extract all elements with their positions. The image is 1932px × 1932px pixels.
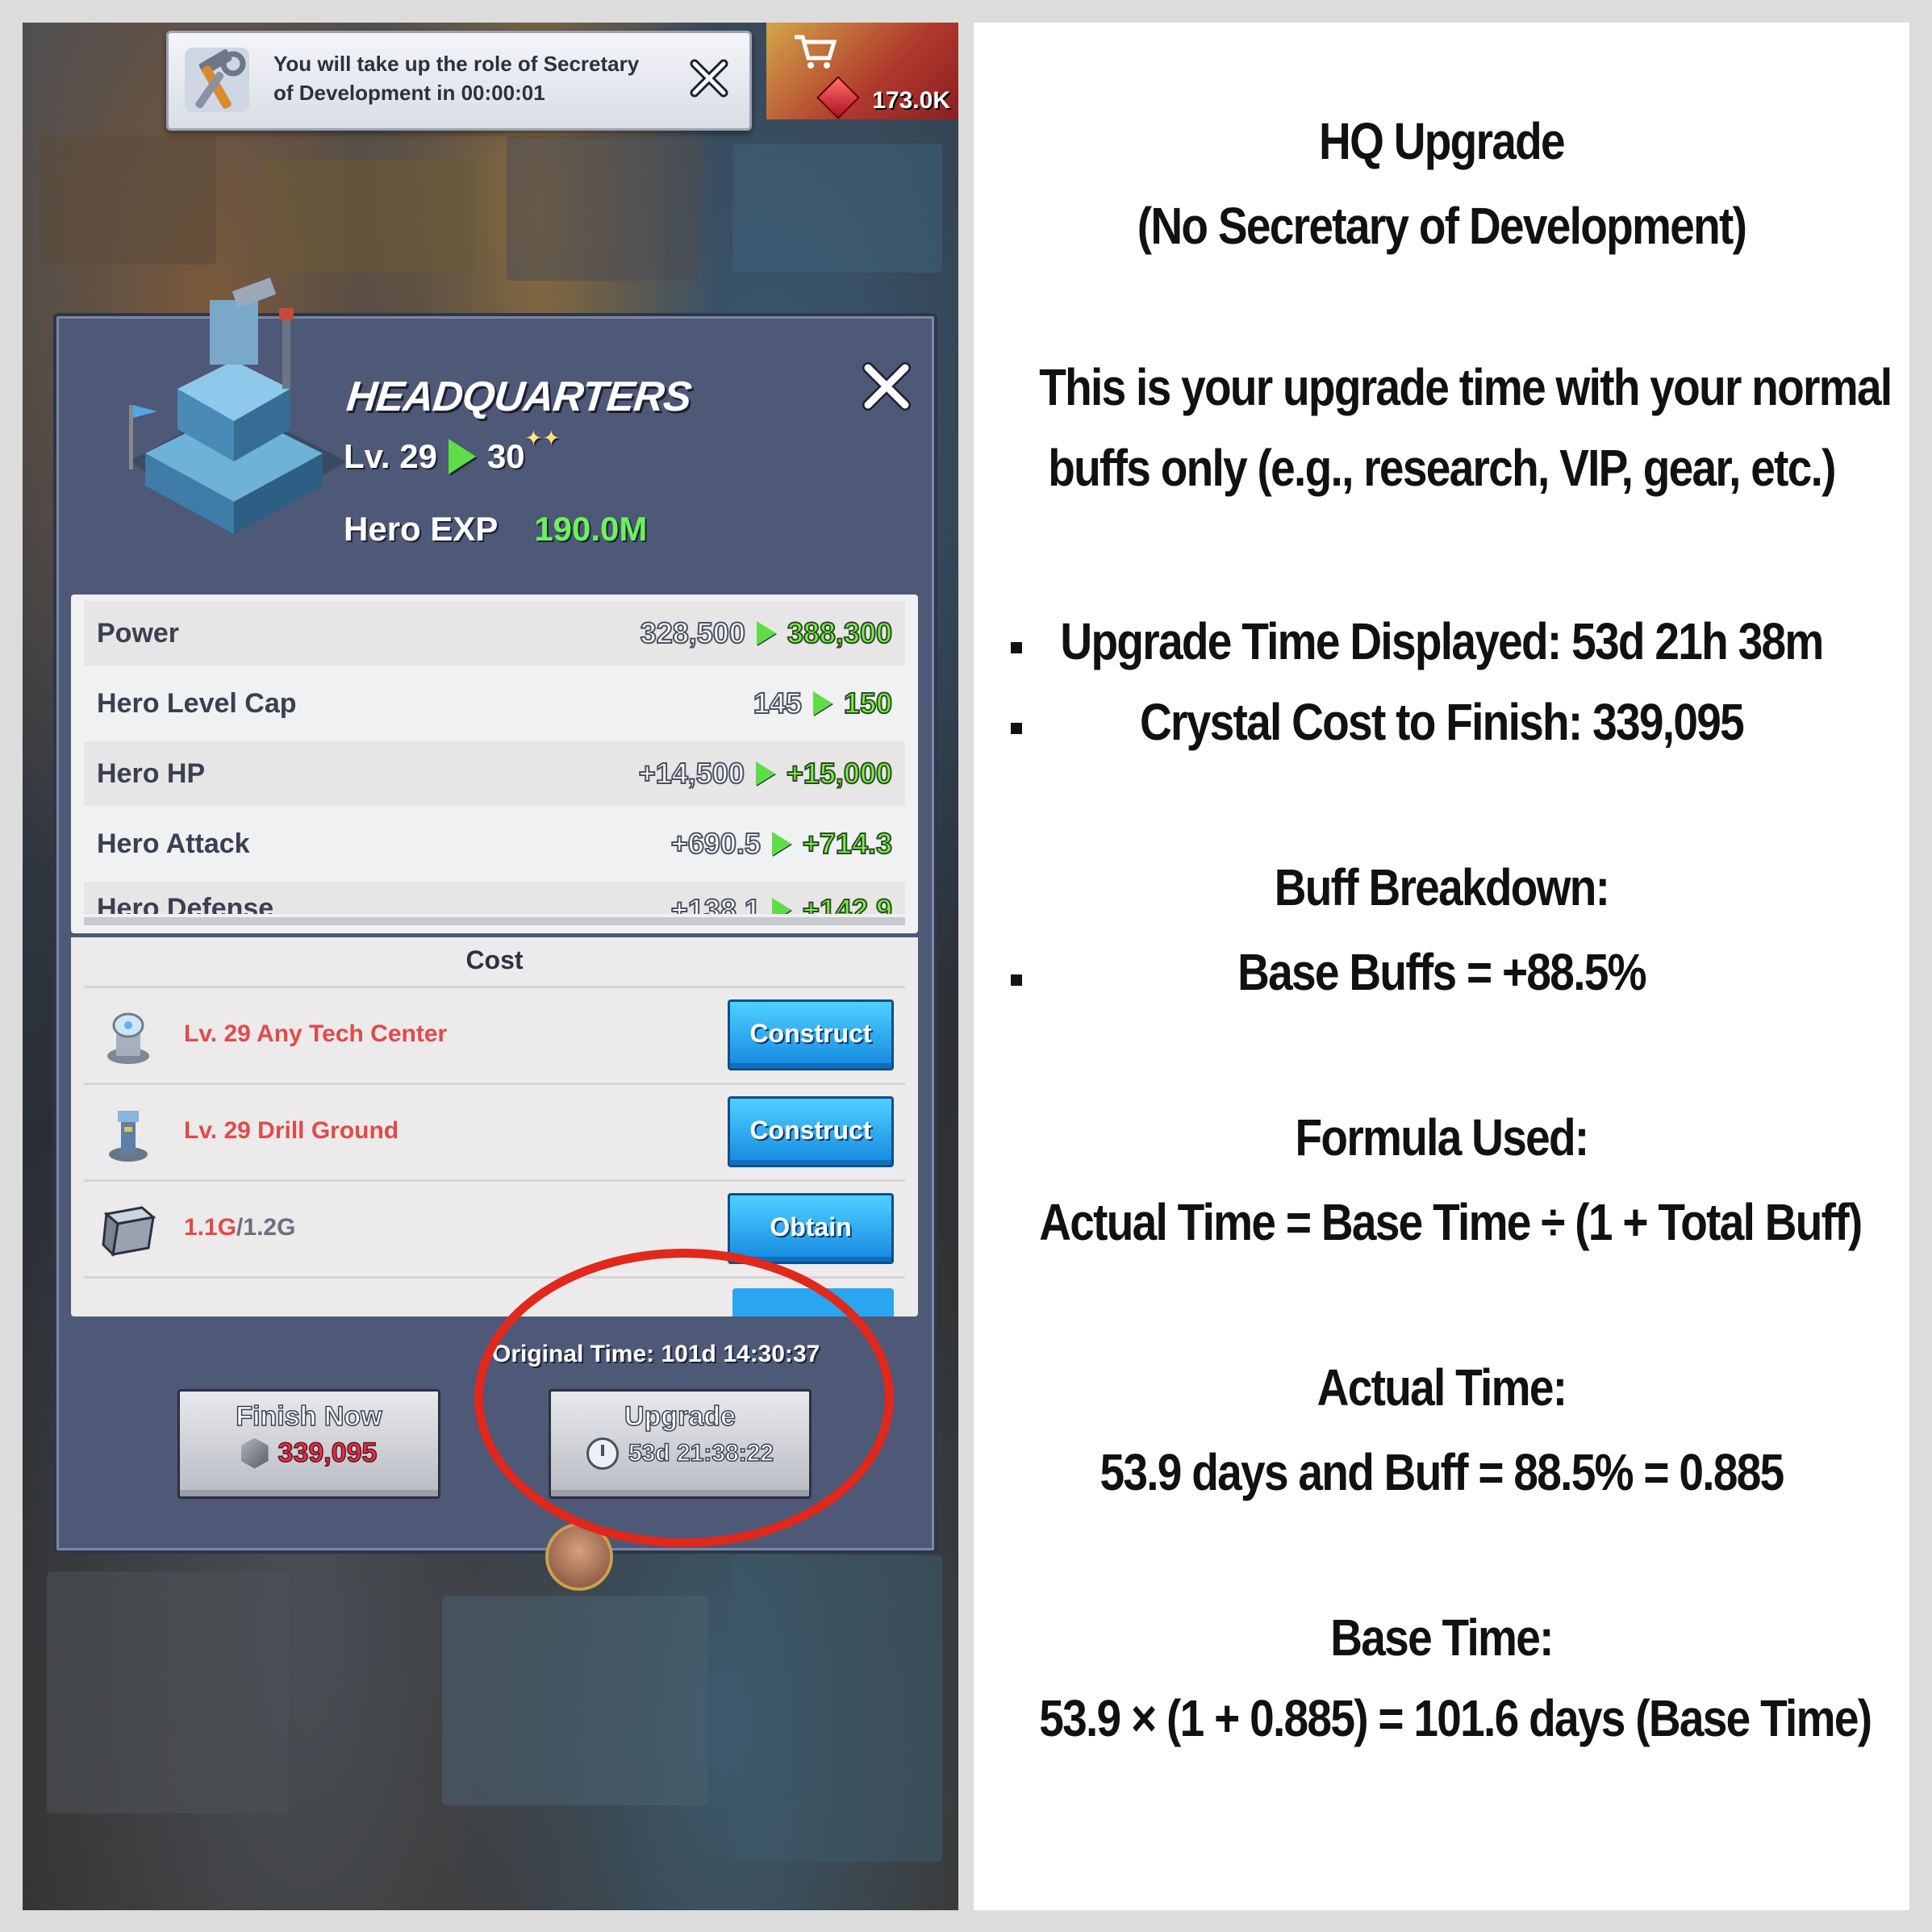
notes-panel: HQ Upgrade (No Secretary of Development)… <box>974 23 1909 1910</box>
close-icon[interactable] <box>686 56 732 101</box>
base-buffs-note: Base Buffs = +88.5% <box>1237 943 1646 1001</box>
tech-center-icon <box>107 1012 149 1064</box>
requirement-label: Lv. 29 Any Tech Center <box>184 1020 448 1047</box>
actual-time-line: 53.9 days and Buff = 88.5% = 0.885 <box>1100 1443 1784 1501</box>
stat-current-value: 145 <box>753 686 803 720</box>
notes-intro-line-2: buffs only (e.g., research, VIP, gear, e… <box>1048 439 1836 497</box>
stat-current-value: 328,500 <box>640 615 746 650</box>
level-row: Lv. 29 30 ✦✦ <box>344 426 560 476</box>
stat-next-value: +15,000 <box>786 756 893 791</box>
resource-have: 1.1G <box>184 1214 237 1241</box>
cost-row: Lv. 29 Drill Ground Construct <box>84 1083 905 1180</box>
tools-icon <box>185 48 249 112</box>
close-icon <box>862 362 911 411</box>
stat-name: Hero Level Cap <box>97 687 297 719</box>
current-level: Lv. 29 <box>344 437 437 475</box>
hero-exp-row: Hero EXP 190.0M <box>344 510 647 549</box>
stat-current-value: +14,500 <box>638 756 745 791</box>
shop-button[interactable]: 173.0K <box>766 23 958 119</box>
city-background <box>507 136 700 281</box>
obtain-button[interactable]: Obtain <box>728 1193 894 1264</box>
game-screenshot: You will take up the role of Secretary o… <box>23 23 958 1910</box>
crystal-icon <box>240 1438 269 1469</box>
resource-need: /1.2G <box>236 1214 296 1241</box>
construct-button[interactable]: Construct <box>728 999 894 1070</box>
highlight-annotation <box>474 1249 894 1547</box>
finish-now-button[interactable]: Finish Now 339,095 <box>177 1389 440 1499</box>
bullet-marker <box>1011 642 1022 653</box>
stats-list[interactable]: Power 328,500 388,300 Hero Level Cap 145… <box>71 595 918 933</box>
stat-current-value: +690.5 <box>670 826 762 861</box>
hero-exp-value: 190.0M <box>534 510 648 548</box>
stat-row-hero-hp: Hero HP +14,500 +15,000 <box>84 741 905 806</box>
arrow-right-icon <box>812 691 832 716</box>
next-level: 30 <box>486 437 525 475</box>
buff-breakdown-heading: Buff Breakdown: <box>1274 858 1610 916</box>
notes-intro-line-1: This is your upgrade time with your norm… <box>1039 358 1892 416</box>
stat-row-power: Power 328,500 388,300 <box>84 601 905 666</box>
drill-ground-icon <box>109 1111 148 1162</box>
formula-heading: Formula Used: <box>1295 1108 1590 1166</box>
stat-next-value: 150 <box>843 686 893 720</box>
bullet-marker <box>1011 723 1022 734</box>
notes-title: HQ Upgrade <box>1319 112 1566 170</box>
arrow-right-icon <box>771 832 791 856</box>
finish-now-label: Finish Now <box>236 1400 383 1433</box>
stat-row-hero-level-cap: Hero Level Cap 145 150 <box>84 671 905 736</box>
crystal-balance: 173.0K <box>872 87 950 114</box>
base-time-line: 53.9 × (1 + 0.885) = 101.6 days (Base Ti… <box>1039 1689 1872 1747</box>
stat-next-value: +142.9 <box>802 892 893 914</box>
stat-name: Power <box>97 617 180 649</box>
city-background <box>442 1596 708 1805</box>
cart-icon <box>795 35 837 69</box>
notification-text: You will take up the role of Secretary o… <box>273 52 640 105</box>
panel-title: HEADQUARTERS <box>344 373 694 420</box>
formula-text: Actual Time = Base Time ÷ (1 + Total Buf… <box>1039 1193 1863 1251</box>
base-time-heading: Base Time: <box>1330 1609 1554 1667</box>
stat-row-hero-defense: Hero Defense +138.1 +142.9 <box>84 882 905 914</box>
arrow-right-icon <box>771 898 791 914</box>
stat-next-value: +714.3 <box>802 826 893 861</box>
arrow-right-icon <box>448 439 476 474</box>
divider <box>84 917 905 925</box>
headquarters-building-image <box>129 277 347 534</box>
resource-amount: 1.1G/1.2G <box>184 1214 295 1241</box>
stat-current-value: +138.1 <box>670 892 762 914</box>
cost-list[interactable]: Cost Lv. 29 Any Tech Center Construct Lv… <box>71 937 918 1317</box>
stat-row-hero-attack: Hero Attack +690.5 +714.3 <box>84 812 905 876</box>
hero-exp-label: Hero EXP <box>344 510 498 548</box>
city-background <box>732 144 942 273</box>
finish-now-cost: 339,095 <box>277 1437 378 1469</box>
requirement-label: Lv. 29 Drill Ground <box>184 1117 399 1144</box>
construct-button[interactable]: Construct <box>728 1096 894 1167</box>
crystal-icon <box>816 76 860 119</box>
secretary-notification[interactable]: You will take up the role of Secretary o… <box>166 31 752 131</box>
close-panel-button[interactable] <box>858 358 915 415</box>
city-background <box>47 1571 289 1813</box>
cost-row: Lv. 29 Any Tech Center Construct <box>84 986 905 1083</box>
stat-name: Hero Defense <box>97 893 274 914</box>
city-background <box>265 160 474 273</box>
arrow-right-icon <box>755 762 775 786</box>
cost-row: 1.1G/1.2G Obtain <box>84 1179 905 1277</box>
stat-name: Hero Attack <box>97 828 250 859</box>
stat-next-value: 388,300 <box>787 615 893 650</box>
cost-title: Cost <box>465 945 524 974</box>
city-background <box>39 136 216 265</box>
actual-time-heading: Actual Time: <box>1317 1358 1567 1417</box>
notes-subtitle: (No Secretary of Development) <box>1137 197 1747 255</box>
crystal-cost-note: Crystal Cost to Finish: 339,095 <box>1139 693 1745 751</box>
iron-icon <box>102 1206 156 1258</box>
sparkle-icon: ✦✦ <box>524 425 561 450</box>
upgrade-time-note: Upgrade Time Displayed: 53d 21h 38m <box>1060 612 1824 670</box>
arrow-right-icon <box>756 621 776 645</box>
bullet-marker <box>1011 974 1022 986</box>
stat-name: Hero HP <box>97 757 206 789</box>
city-background <box>732 1555 942 1862</box>
